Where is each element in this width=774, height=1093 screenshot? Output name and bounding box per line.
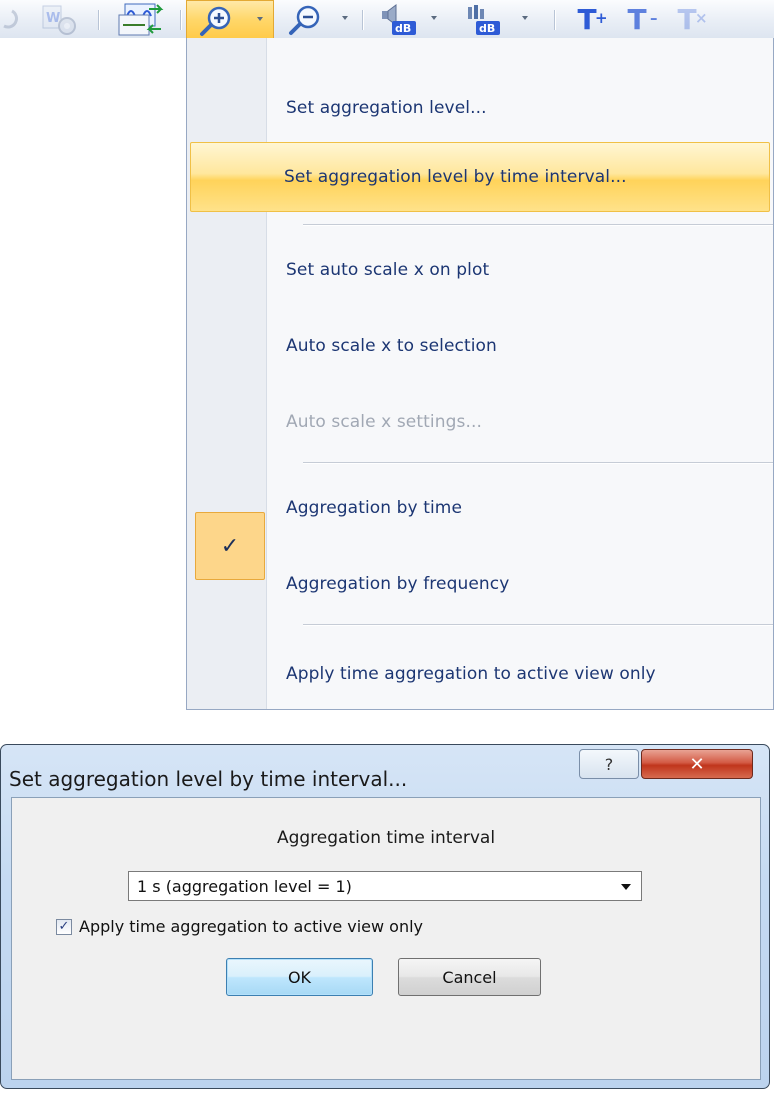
- dialog-title: Set aggregation level by time interval..…: [9, 767, 408, 791]
- font-increase-icon[interactable]: T +: [566, 0, 608, 38]
- menu-item-aggregation-by-frequency[interactable]: Aggregation by frequency: [190, 556, 770, 612]
- menu-item-label: Apply time aggregation to active view on…: [286, 664, 656, 684]
- menu-item-set-auto-scale-x[interactable]: Set auto scale x on plot: [190, 242, 770, 298]
- toolbar-separator: [554, 10, 555, 30]
- interval-label: Aggregation time interval: [276, 828, 496, 848]
- zoom-dropdown-menu: Set aggregation level... Set aggregation…: [186, 38, 774, 710]
- svg-text:dB: dB: [395, 22, 411, 35]
- font-decrease-icon[interactable]: T –: [616, 0, 658, 38]
- equalizer-db-button[interactable]: dB: [458, 0, 538, 38]
- chevron-down-icon[interactable]: [621, 884, 631, 890]
- menu-separator: [303, 462, 773, 463]
- menu-item-auto-scale-x-to-selection[interactable]: Auto scale x to selection: [190, 318, 770, 374]
- chevron-down-icon[interactable]: [522, 16, 528, 20]
- menu-item-auto-scale-x-settings: Auto scale x settings...: [190, 394, 770, 450]
- dialog-body: Aggregation time interval 1 s (aggregati…: [11, 797, 761, 1080]
- menu-item-label: Set aggregation level by time interval..…: [284, 167, 627, 187]
- zoom-in-button[interactable]: [186, 0, 274, 38]
- word-settings-icon[interactable]: W: [40, 0, 80, 38]
- toolbar-separator: [98, 10, 99, 30]
- menu-item-label: Aggregation by time: [286, 498, 463, 518]
- close-button[interactable]: ✕: [641, 749, 753, 779]
- menu-item-label: Set aggregation level...: [286, 98, 487, 118]
- font-decrease-sign: –: [650, 8, 658, 27]
- zoom-in-icon: [197, 4, 237, 42]
- cancel-button[interactable]: Cancel: [398, 958, 541, 996]
- svg-text:dB: dB: [479, 22, 495, 35]
- equalizer-db-icon: dB: [462, 3, 506, 41]
- menu-item-label: Set auto scale x on plot: [286, 260, 490, 280]
- ok-button[interactable]: OK: [226, 958, 373, 996]
- help-button[interactable]: ?: [579, 749, 639, 779]
- ok-button-label: OK: [287, 967, 312, 987]
- interval-select-value: 1 s (aggregation level = 1): [137, 877, 352, 896]
- interval-select[interactable]: 1 s (aggregation level = 1): [128, 871, 642, 901]
- menu-item-label: Auto scale x to selection: [286, 336, 497, 356]
- aggregation-dialog: Set aggregation level by time interval..…: [0, 744, 770, 1089]
- speaker-db-button[interactable]: dB: [376, 0, 442, 38]
- menu-separator: [303, 624, 773, 625]
- close-icon: ✕: [689, 753, 705, 775]
- toolbar-separator: [362, 10, 363, 30]
- menu-item-apply-time-aggregation-active-view[interactable]: Apply time aggregation to active view on…: [190, 646, 770, 702]
- toolbar: W dB dB T + T – T ×: [0, 0, 774, 38]
- menu-item-set-aggregation-by-time-interval[interactable]: Set aggregation level by time interval..…: [190, 142, 770, 212]
- svg-text:W: W: [46, 11, 60, 26]
- undo-icon[interactable]: [0, 0, 20, 38]
- menu-item-label: Aggregation by frequency: [286, 574, 510, 594]
- active-view-checkbox[interactable]: ✓: [56, 919, 72, 935]
- zoom-out-icon: [286, 3, 326, 41]
- menu-separator: [303, 224, 773, 225]
- chevron-down-icon[interactable]: [431, 16, 437, 20]
- menu-item-aggregation-by-time[interactable]: Aggregation by time: [190, 480, 770, 536]
- font-increase-sign: +: [594, 8, 608, 27]
- zoom-out-button[interactable]: [282, 0, 354, 38]
- cancel-button-label: Cancel: [442, 967, 497, 987]
- menu-item-label: Auto scale x settings...: [286, 412, 482, 432]
- speaker-db-icon: dB: [378, 3, 422, 41]
- active-view-checkbox-label[interactable]: Apply time aggregation to active view on…: [79, 917, 423, 936]
- font-default-sign: ×: [694, 8, 708, 27]
- font-default-icon[interactable]: T ×: [666, 0, 708, 38]
- sine-transfer-icon[interactable]: [112, 0, 170, 38]
- chevron-down-icon[interactable]: [342, 16, 348, 20]
- menu-item-set-aggregation-level[interactable]: Set aggregation level...: [190, 80, 770, 136]
- toolbar-separator: [180, 10, 181, 30]
- chevron-down-icon[interactable]: [257, 17, 263, 21]
- help-icon: ?: [604, 754, 614, 774]
